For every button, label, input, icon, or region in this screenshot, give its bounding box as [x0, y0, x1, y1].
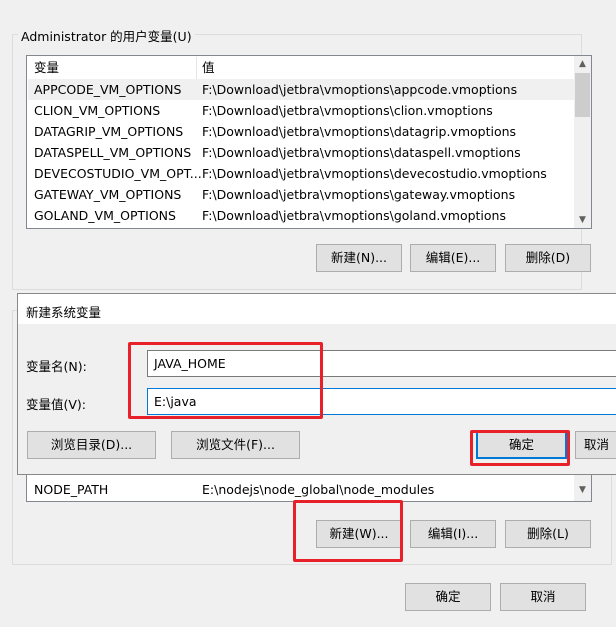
row-name: GOLAND_VM_OPTIONS [34, 208, 176, 223]
scroll-up-icon[interactable]: ▲ [574, 59, 591, 69]
row-value: F:\Download\jetbra\vmoptions\clion.vmopt… [202, 103, 493, 118]
row-value: F:\Download\jetbra\vmoptions\dataspell.v… [202, 145, 521, 160]
list-header: 变量 值 [28, 57, 574, 79]
table-row[interactable]: GOLAND_VM_OPTIONS F:\Download\jetbra\vmop… [28, 205, 574, 226]
user-new-button[interactable]: 新建(N)... [316, 244, 402, 272]
row-name: DATAGRIP_VM_OPTIONS [34, 124, 184, 139]
row-name: GATEWAY_VM_OPTIONS [34, 187, 182, 202]
table-row[interactable]: DATAGRIP_VM_OPTIONS F:\Download\jetbra\vm… [28, 121, 574, 142]
variable-value-label: 变量值(V): [26, 397, 87, 412]
row-name: DEVECOSTUDIO_VM_OPT... [34, 166, 202, 181]
variable-name-label: 变量名(N): [26, 359, 87, 374]
dialog-cancel-button[interactable]: 取消 [575, 431, 616, 459]
scroll-thumb[interactable] [575, 73, 590, 117]
row-value: F:\Download\jetbra\vmoptions\goland.vmop… [202, 208, 506, 223]
row-value: F:\Download\jetbra\vmoptions\gateway.vmo… [202, 187, 516, 202]
scroll-down-icon[interactable]: ▼ [574, 215, 591, 225]
column-separator[interactable] [196, 57, 197, 79]
user-edit-button[interactable]: 编辑(E)... [410, 244, 496, 272]
row-value: F:\Download\jetbra\vmoptions\devecostudi… [202, 166, 547, 181]
table-row[interactable]: DATASPELL_VM_OPTIONS F:\Download\jetbra\v… [28, 142, 574, 163]
row-value: F:\Download\jetbra\vmoptions\datagrip.vm… [202, 124, 517, 139]
row-value: E:\nodejs\node_global\node_modules [202, 482, 435, 497]
user-variables-list: 变量 值 APPCODE_VM_OPTIONS F:\Download\jetbr… [26, 55, 592, 229]
row-name: CLION_VM_OPTIONS [34, 103, 161, 118]
row-value: F:\Download\jetbra\vmoptions\appcode.vmo… [202, 82, 518, 97]
highlight-new-button [293, 500, 403, 562]
scrollbar[interactable]: ▲ ▼ [574, 56, 591, 228]
scroll-down-icon[interactable]: ▼ [574, 485, 591, 495]
system-edit-button[interactable]: 编辑(I)... [410, 520, 496, 548]
column-header-value[interactable]: 值 [202, 57, 215, 78]
dialog-title: 新建系统变量 [26, 305, 102, 320]
table-row[interactable]: CLION_VM_OPTIONS F:\Download\jetbra\vmopt… [28, 100, 574, 121]
highlight-name-value-fields [128, 342, 323, 419]
user-delete-button[interactable]: 删除(D) [505, 244, 591, 272]
user-variables-label: Administrator 的用户变量(U) [18, 26, 195, 45]
system-delete-button[interactable]: 删除(L) [505, 520, 591, 548]
footer-ok-button[interactable]: 确定 [405, 583, 491, 611]
row-name: NODE_PATH [34, 482, 109, 497]
browse-file-button[interactable]: 浏览文件(F)... [171, 431, 300, 459]
footer-cancel-button[interactable]: 取消 [500, 583, 586, 611]
highlight-ok-button [470, 430, 570, 466]
table-row[interactable]: APPCODE_VM_OPTIONS F:\Download\jetbra\vmo… [28, 79, 574, 100]
dialog-title-bar[interactable]: 新建系统变量 [18, 294, 616, 324]
table-row[interactable]: DEVECOSTUDIO_VM_OPT... F:\Download\jetbra… [28, 163, 574, 184]
column-header-variable[interactable]: 变量 [34, 57, 59, 78]
browse-directory-button[interactable]: 浏览目录(D)... [27, 431, 156, 459]
row-name: APPCODE_VM_OPTIONS [34, 82, 182, 97]
table-row[interactable]: GATEWAY_VM_OPTIONS F:\Download\jetbra\vmo… [28, 184, 574, 205]
table-row[interactable]: NODE_PATH E:\nodejs\node_global\node_modu… [28, 479, 574, 500]
row-name: DATASPELL_VM_OPTIONS [34, 145, 192, 160]
